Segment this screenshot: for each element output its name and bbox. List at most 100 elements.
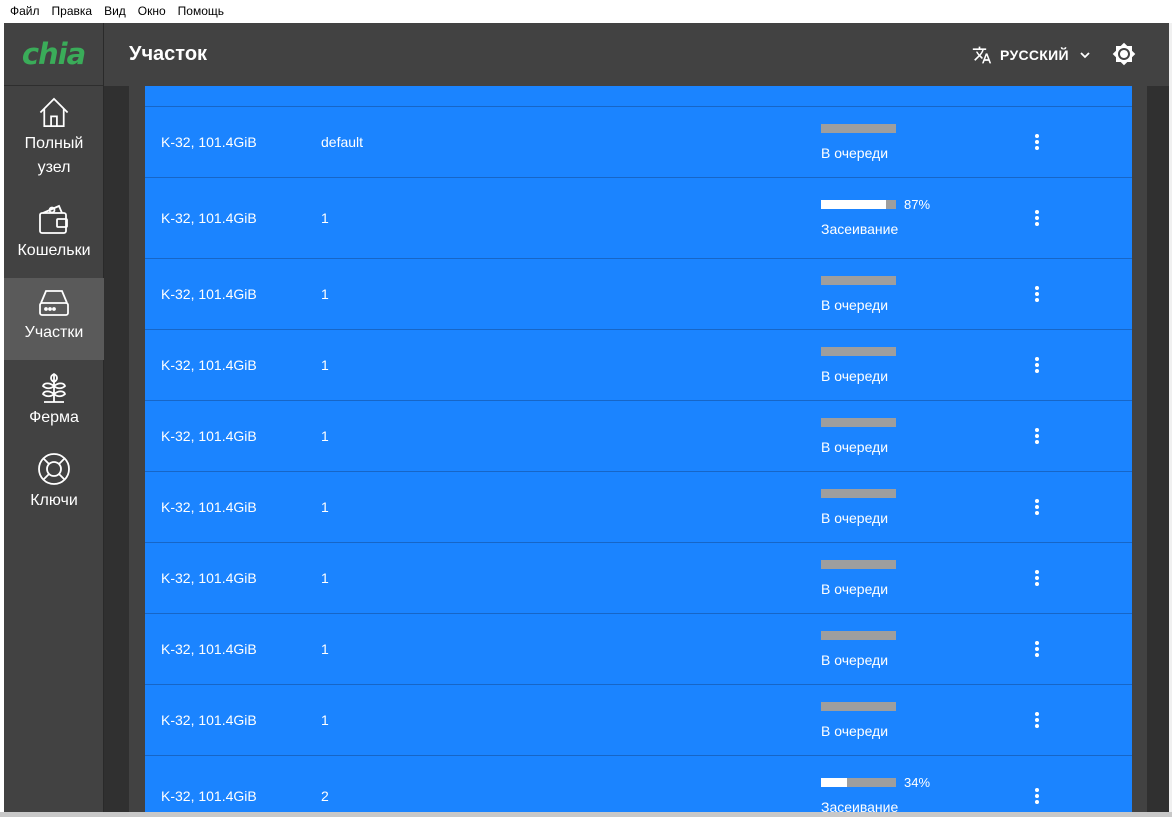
progress-line [821, 275, 1001, 285]
table-row: K-32, 101.4GiB 1 В очереди [145, 401, 1132, 472]
theme-toggle-button[interactable] [1112, 42, 1136, 66]
table-row-partial [145, 86, 1132, 107]
plot-state: В очереди [821, 652, 889, 668]
sidebar-item-farm[interactable]: Ферма [4, 368, 104, 430]
more-vert-icon [1035, 428, 1039, 444]
plot-size: K-32, 101.4GiB [161, 286, 257, 302]
sidebar-item-label: Кошельки [17, 242, 91, 259]
plot-status: В очереди [821, 488, 1001, 526]
main-content: K-32, 101.4GiB default В очереди K-32, 101.… [104, 86, 1172, 812]
row-menu-button[interactable] [1025, 637, 1049, 661]
progress-bar [821, 488, 896, 498]
progress-bar [821, 199, 896, 209]
plot-size: K-32, 101.4GiB [161, 134, 257, 150]
table-row: K-32, 101.4GiB 1 В очереди [145, 330, 1132, 401]
home-icon [39, 97, 69, 127]
row-menu-button[interactable] [1025, 495, 1049, 519]
plot-state: Засеивание [821, 221, 899, 237]
table-row: K-32, 101.4GiB 1 В очереди [145, 543, 1132, 614]
table-row: K-32, 101.4GiB 1 В очереди [145, 685, 1132, 756]
plot-queue: 1 [321, 286, 329, 302]
plot-queue: 1 [321, 499, 329, 515]
row-menu-button[interactable] [1025, 784, 1049, 808]
plot-state: В очереди [821, 297, 889, 313]
more-vert-icon [1035, 788, 1039, 804]
row-menu-button[interactable] [1025, 282, 1049, 306]
plot-queue: 1 [321, 210, 329, 226]
sidebar-item-label: Участки [24, 324, 84, 341]
plot-state: В очереди [821, 439, 889, 455]
progress-line [821, 346, 1001, 356]
more-vert-icon [1035, 210, 1039, 226]
table-row: K-32, 101.4GiB 1 В очереди [145, 614, 1132, 685]
more-vert-icon [1035, 712, 1039, 728]
plot-queue: 1 [321, 641, 329, 657]
row-menu-button[interactable] [1025, 424, 1049, 448]
sidebar-item-label: Полный [24, 135, 84, 152]
more-vert-icon [1035, 357, 1039, 373]
progress-line [821, 417, 1001, 427]
plot-size: K-32, 101.4GiB [161, 499, 257, 515]
language-selector[interactable]: РУССКИЙ [972, 41, 1091, 69]
sidebar-item-label: узел [37, 159, 71, 176]
menu-window[interactable]: Окно [132, 0, 172, 23]
plot-queue: 2 [321, 788, 329, 804]
app-window: chia Полный узел Кошельки Участки Ферма … [4, 23, 1172, 812]
hard-drive-icon [39, 290, 69, 316]
sidebar-item-wallets[interactable]: Кошельки [4, 203, 104, 265]
plot-queue: 1 [321, 428, 329, 444]
progress-percent: 87% [904, 196, 931, 212]
plot-status: В очереди [821, 346, 1001, 384]
plot-size: K-32, 101.4GiB [161, 210, 257, 226]
plot-state: В очереди [821, 723, 889, 739]
plot-size: K-32, 101.4GiB [161, 788, 257, 804]
more-vert-icon [1035, 570, 1039, 586]
brightness-icon [1112, 42, 1136, 66]
progress-bar [821, 630, 896, 640]
plot-size: K-32, 101.4GiB [161, 357, 257, 373]
plot-status: В очереди [821, 630, 1001, 668]
table-row: K-32, 101.4GiB 1 В очереди [145, 472, 1132, 543]
row-menu-button[interactable] [1025, 708, 1049, 732]
plot-state: В очереди [821, 581, 889, 597]
sidebar-item-full-node[interactable]: Полный узел [4, 95, 104, 180]
app-header: Участок РУССКИЙ [104, 23, 1172, 86]
plots-card: K-32, 101.4GiB default В очереди K-32, 101.… [129, 86, 1147, 812]
window-edge-bottom [0, 812, 1172, 817]
plot-queue: 1 [321, 712, 329, 728]
plot-queue: default [321, 134, 364, 150]
progress-percent: 34% [904, 774, 931, 790]
sidebar-item-plots[interactable]: Участки [4, 278, 104, 360]
logo-area: chia [4, 23, 103, 86]
plot-state: В очереди [821, 368, 889, 384]
menu-edit[interactable]: Правка [46, 0, 99, 23]
progress-bar [821, 417, 896, 427]
sidebar-item-keys[interactable]: Ключи [4, 451, 104, 513]
row-menu-button[interactable] [1025, 353, 1049, 377]
row-menu-button[interactable] [1025, 566, 1049, 590]
language-label: РУССКИЙ [1000, 47, 1069, 63]
menu-file[interactable]: Файл [4, 0, 46, 23]
plant-icon [41, 372, 67, 403]
menu-help[interactable]: Помощь [172, 0, 230, 23]
sidebar-item-label: Ферма [29, 409, 79, 426]
table-row: K-32, 101.4GiB 1 87% Засеивание [145, 178, 1132, 259]
menu-view[interactable]: Вид [98, 0, 132, 23]
plot-state: В очереди [821, 145, 889, 161]
table-row: K-32, 101.4GiB default В очереди [145, 107, 1132, 178]
progress-line: 34% [821, 774, 1001, 790]
progress-line [821, 559, 1001, 569]
table-row: K-32, 101.4GiB 1 В очереди [145, 259, 1132, 330]
plot-state: Засеивание [821, 799, 899, 812]
plot-status: В очереди [821, 123, 1001, 161]
progress-line [821, 701, 1001, 711]
row-menu-button[interactable] [1025, 130, 1049, 154]
more-vert-icon [1035, 641, 1039, 657]
plot-size: K-32, 101.4GiB [161, 428, 257, 444]
sidebar-item-label: Ключи [30, 492, 78, 509]
progress-bar [821, 123, 896, 133]
row-menu-button[interactable] [1025, 206, 1049, 230]
progress-bar [821, 275, 896, 285]
translate-icon [972, 46, 992, 64]
menu-bar: Файл Правка Вид Окно Помощь [0, 0, 1172, 23]
